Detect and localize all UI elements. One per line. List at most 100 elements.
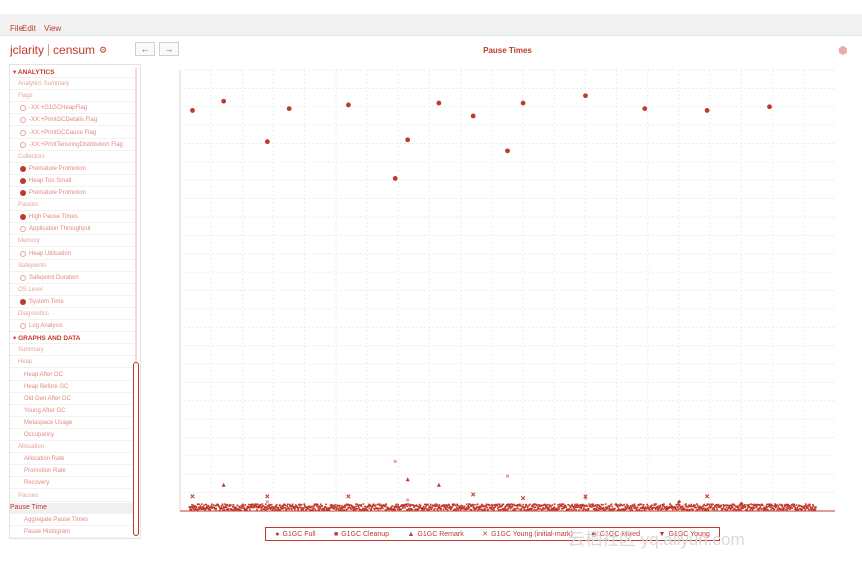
sidebar-item[interactable]: Young After GC [10,406,134,417]
sidebar-group[interactable]: OS Level [10,285,134,296]
sidebar-item[interactable]: Promotion Rate [10,466,134,478]
ok-dot-icon [20,129,26,136]
sidebar-item[interactable]: Application Throughput [10,224,134,236]
sidebar-item-label: Pauses [18,202,39,209]
sidebar-item[interactable]: Heap After GC [10,370,134,381]
sidebar-group[interactable]: Allocation [10,442,134,454]
young-gc-point [464,505,466,508]
sidebar-item[interactable]: Aggregate Pause Times [10,515,134,526]
young-gc-point [524,505,527,508]
sidebar-nav: ▾ ANALYTICS Analytics Summary Flags -XX:+G1… [9,64,141,539]
young-gc-point [394,508,397,511]
sidebar-group[interactable]: Safepoints [10,261,134,272]
young-gc-point [453,503,456,505]
warning-dot-icon [20,165,26,172]
sidebar-group[interactable]: Collectors [10,152,134,163]
young-gc-point [796,506,799,509]
young-gc-point [312,506,315,509]
forward-button[interactable]: → [159,42,179,56]
sidebar-item[interactable]: Pause Time [10,502,134,514]
sidebar-item[interactable]: Occupancy [10,430,134,441]
young-gc-point [661,506,663,509]
sidebar-group[interactable]: Heap [10,357,134,369]
young-gc-point [282,505,285,508]
young-gc-point [256,503,259,505]
sidebar-item[interactable]: Recovery [10,478,134,490]
young-gc-point [793,505,796,507]
back-button[interactable]: ← [135,42,155,56]
sidebar-item[interactable]: Premature Promotion [10,164,134,175]
sidebar-item[interactable]: Metaspace Usage [10,418,134,429]
young-gc-point [563,507,565,510]
sidebar-item[interactable]: System Time [10,297,134,308]
young-gc-point [256,508,258,511]
sidebar-item[interactable]: Heap Too Small [10,176,134,187]
sidebar-item[interactable]: Premature Promotion [10,188,134,199]
series-0-point [286,106,292,111]
young-gc-point [465,503,468,506]
young-gc-point [501,505,503,508]
sidebar-group[interactable]: Summary [10,345,134,357]
young-gc-point [242,505,245,508]
young-gc-point [722,507,725,509]
sidebar-item[interactable]: Allocation Rate [10,454,134,466]
sidebar-scrollbar[interactable] [132,66,140,538]
sidebar-group[interactable]: Pauses [10,200,134,212]
gear-icon[interactable]: ⚙ [99,45,107,56]
young-gc-point [468,506,471,509]
sidebar-group[interactable]: Pauses [10,491,134,502]
sidebar-item[interactable]: -XX:+G1GCHeapFlag [10,103,134,115]
young-gc-point [212,504,215,506]
young-gc-point [514,508,517,510]
scroll-thumb[interactable] [133,362,139,536]
menu-file[interactable]: File [10,24,23,33]
sidebar-item[interactable]: -XX:+PrintGCCause Flag [10,128,134,139]
young-gc-point [536,504,538,507]
sidebar-item-label: Heap Before GC [24,383,69,390]
young-gc-point [461,507,463,510]
young-gc-point [672,508,674,511]
triangle-marker-icon: ▲ [407,530,415,538]
sidebar-item[interactable]: Old Gen After GC [10,394,134,405]
sidebar-item-label: OS Level [18,286,43,293]
sidebar-section[interactable]: ▾ GRAPHS AND DATA [10,333,134,345]
young-gc-point [243,507,246,509]
sidebar-group[interactable]: Analytics Summary [10,79,134,91]
young-gc-point [317,507,320,510]
sidebar-item[interactable]: Log Analysis [10,321,134,333]
sidebar-group[interactable]: Diagnostics [10,309,134,320]
warning-dot-icon [20,214,26,221]
sidebar-item[interactable]: -XX:+PrintTenuringDistribution Flag [10,140,134,151]
menu-view[interactable]: View [44,24,61,33]
sidebar-item[interactable]: Pause Histogram [10,527,134,538]
young-gc-point [368,507,371,510]
young-gc-point [611,505,614,508]
sidebar-group[interactable]: Flags [10,91,134,103]
brand-name: jclarity [10,43,45,57]
sidebar-item[interactable]: Heap Before GC [10,382,134,393]
export-icon[interactable]: ⬢ [838,44,848,57]
young-gc-point [586,505,589,508]
young-gc-point [259,506,261,509]
young-gc-point [746,504,748,506]
young-gc-point [562,503,565,506]
sidebar-item[interactable]: Safepoint Duration [10,273,134,284]
sidebar-section[interactable]: ▾ ANALYTICS [10,67,134,78]
young-gc-point [492,504,494,507]
young-gc-point [221,503,224,506]
young-gc-point [419,504,422,507]
young-gc-point [801,508,803,511]
menu-edit[interactable]: Edit [22,24,36,33]
young-gc-point [517,507,520,510]
sidebar-item[interactable]: High Pause Times [10,212,134,224]
sidebar-item-label: Log Analysis [29,323,63,330]
young-gc-point [221,504,223,507]
young-gc-point [604,509,606,511]
sidebar-item[interactable]: -XX:+PrintGCDetails Flag [10,115,134,127]
sidebar-item[interactable]: Heap Utilisation [10,249,134,260]
young-gc-point [260,504,262,507]
young-gc-point [630,505,632,507]
sidebar-group[interactable]: Memory [10,236,134,248]
young-gc-point [715,506,718,509]
young-gc-point [595,507,598,510]
